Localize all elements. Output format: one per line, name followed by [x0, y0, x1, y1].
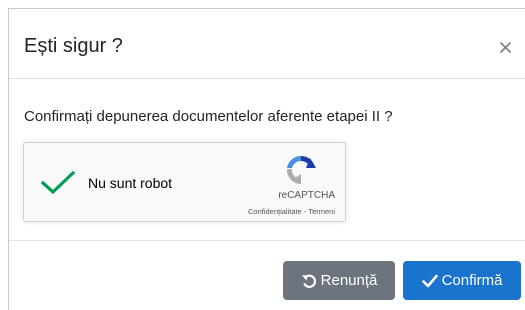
confirm-label: Confirmă — [441, 272, 503, 289]
dialog-header: Ești sigur ? — [9, 9, 525, 79]
check-icon — [421, 274, 438, 287]
confirmation-dialog: Ești sigur ? Confirmați depunerea docume… — [8, 8, 525, 310]
recaptcha-label: Nu sunt robot — [88, 175, 173, 191]
recaptcha-checkbox[interactable] — [40, 170, 76, 195]
background-strip — [0, 0, 525, 8]
dialog-footer: Renunță Confirmă — [9, 241, 525, 309]
cancel-button[interactable]: Renunță — [283, 261, 395, 300]
background-edge — [0, 0, 8, 310]
cancel-label: Renunță — [320, 272, 378, 289]
confirmation-question: Confirmați depunerea documentelor aferen… — [24, 108, 393, 125]
privacy-link[interactable]: Confidențialitate — [248, 207, 302, 216]
dialog-body: Confirmați depunerea documentelor aferen… — [9, 79, 525, 241]
recaptcha-widget: Nu sunt robot reCAPTCHA Confidențialitat… — [23, 142, 346, 222]
recaptcha-links: Confidențialitate - Termeni — [248, 207, 335, 216]
close-button[interactable] — [493, 32, 517, 56]
dialog-title: Ești sigur ? — [24, 35, 123, 57]
close-icon — [499, 41, 511, 53]
undo-icon — [301, 274, 316, 288]
terms-link[interactable]: Termeni — [308, 207, 335, 216]
checkmark-icon — [40, 170, 76, 195]
recaptcha-brand: reCAPTCHA — [278, 190, 335, 201]
recaptcha-logo-icon — [286, 155, 316, 185]
confirm-button[interactable]: Confirmă — [403, 261, 521, 300]
